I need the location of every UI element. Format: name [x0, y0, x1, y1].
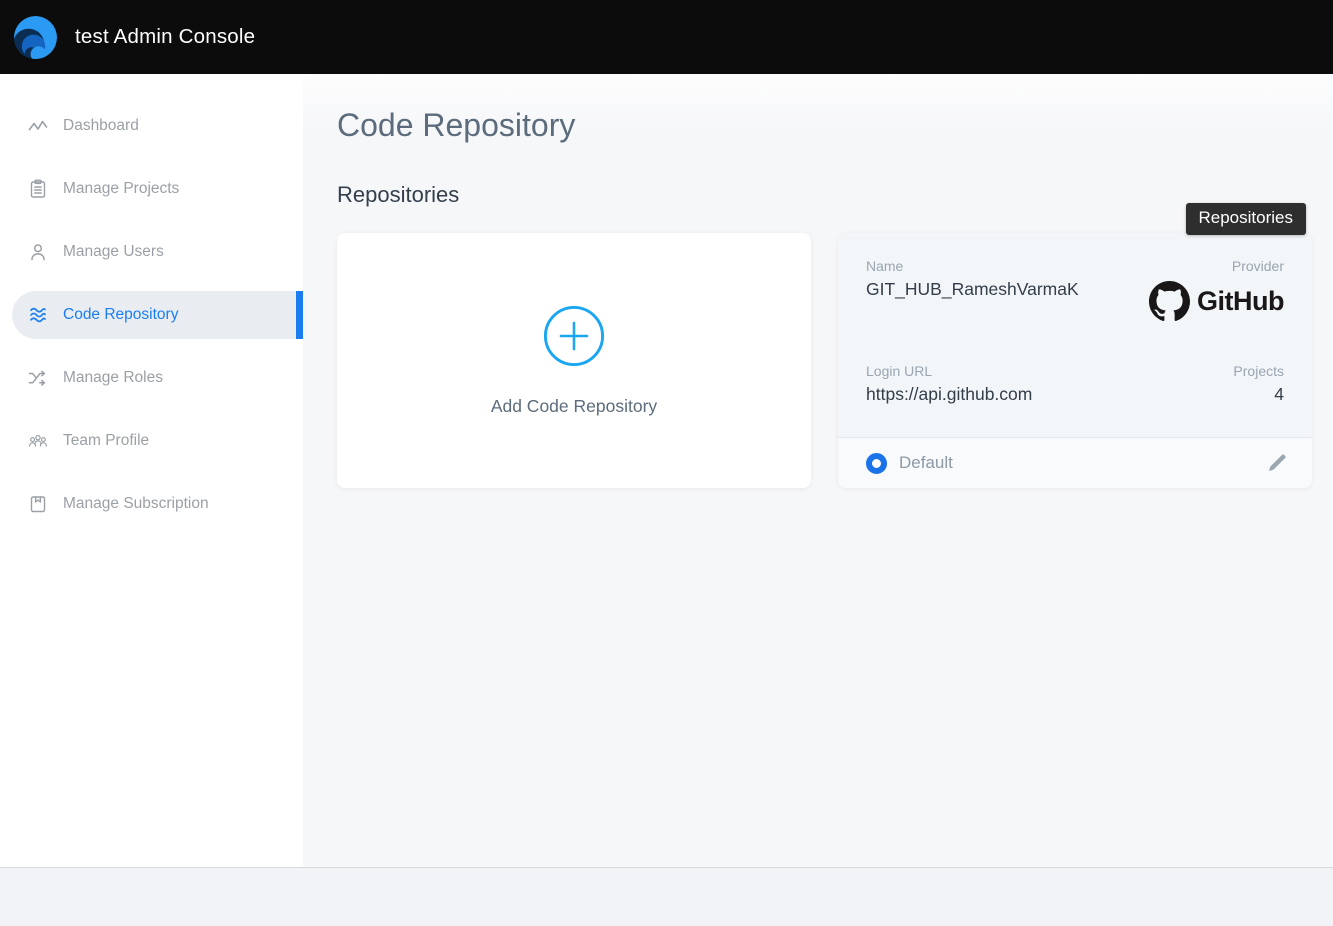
github-octocat-icon [1149, 281, 1190, 322]
sidebar-item-team-profile[interactable]: Team Profile [12, 417, 303, 465]
wave-stack-icon [28, 305, 48, 325]
sidebar-item-label: Team Profile [63, 432, 149, 450]
clipboard-icon [28, 179, 48, 199]
plus-circle-icon[interactable] [543, 305, 605, 367]
section-title: Repositories [337, 182, 1333, 208]
team-icon [28, 431, 48, 451]
add-code-repository-label: Add Code Repository [491, 396, 657, 417]
app-title: test Admin Console [75, 25, 255, 49]
app-header: test Admin Console [0, 0, 1333, 74]
default-label: Default [899, 453, 953, 473]
repo-login-url-value: https://api.github.com [866, 384, 1032, 405]
sidebar-item-manage-roles[interactable]: Manage Roles [12, 354, 303, 402]
repo-name-value: GIT_HUB_RameshVarmaK [866, 279, 1079, 300]
repository-card-body: Name GIT_HUB_RameshVarmaK Provider [838, 233, 1312, 437]
repo-login-url-label: Login URL [866, 363, 1032, 379]
repo-projects-field: Projects 4 [1233, 363, 1284, 405]
repo-provider-field: Provider GitHub [1149, 258, 1284, 322]
sidebar-item-label: Manage Subscription [63, 495, 209, 513]
repo-provider-label: Provider [1149, 258, 1284, 274]
pencil-icon [1269, 454, 1285, 471]
repo-name-label: Name [866, 258, 1079, 274]
sidebar-item-manage-projects[interactable]: Manage Projects [12, 165, 303, 213]
repository-card-footer: Default [838, 437, 1312, 488]
repo-projects-label: Projects [1233, 363, 1284, 379]
repositories-tooltip: Repositories [1186, 203, 1307, 235]
default-radio[interactable] [866, 453, 887, 474]
repo-login-url-field: Login URL https://api.github.com [866, 363, 1032, 405]
sidebar: Dashboard Manage Projects [0, 74, 303, 867]
bookmark-save-icon [28, 494, 48, 514]
sidebar-item-label: Manage Projects [63, 180, 179, 198]
repo-projects-value: 4 [1233, 384, 1284, 405]
sidebar-item-label: Manage Roles [63, 369, 163, 387]
sidebar-item-manage-subscription[interactable]: Manage Subscription [12, 480, 303, 528]
edit-repository-button[interactable] [1266, 452, 1288, 474]
sidebar-item-manage-users[interactable]: Manage Users [12, 228, 303, 276]
github-brand: GitHub [1149, 281, 1284, 322]
main-content: Code Repository Repositories Repositorie… [303, 74, 1333, 867]
user-icon [28, 242, 48, 262]
sidebar-item-label: Code Repository [63, 306, 178, 324]
repository-card: Name GIT_HUB_RameshVarmaK Provider [838, 233, 1312, 488]
activity-icon [28, 116, 48, 136]
page-footer [0, 867, 1333, 926]
wave-logo-icon [12, 14, 59, 61]
sidebar-item-code-repository[interactable]: Code Repository [12, 291, 303, 339]
repo-name-field: Name GIT_HUB_RameshVarmaK [866, 258, 1079, 300]
sidebar-item-dashboard[interactable]: Dashboard [12, 102, 303, 150]
sidebar-item-label: Dashboard [63, 117, 139, 135]
github-wordmark: GitHub [1197, 286, 1284, 317]
page-title: Code Repository [337, 107, 1333, 144]
repository-cards-row: Add Code Repository Name GIT_HUB_RameshV… [337, 233, 1333, 488]
shuffle-icon [28, 368, 48, 388]
sidebar-item-label: Manage Users [63, 243, 164, 261]
add-code-repository-card[interactable]: Add Code Repository [337, 233, 811, 488]
